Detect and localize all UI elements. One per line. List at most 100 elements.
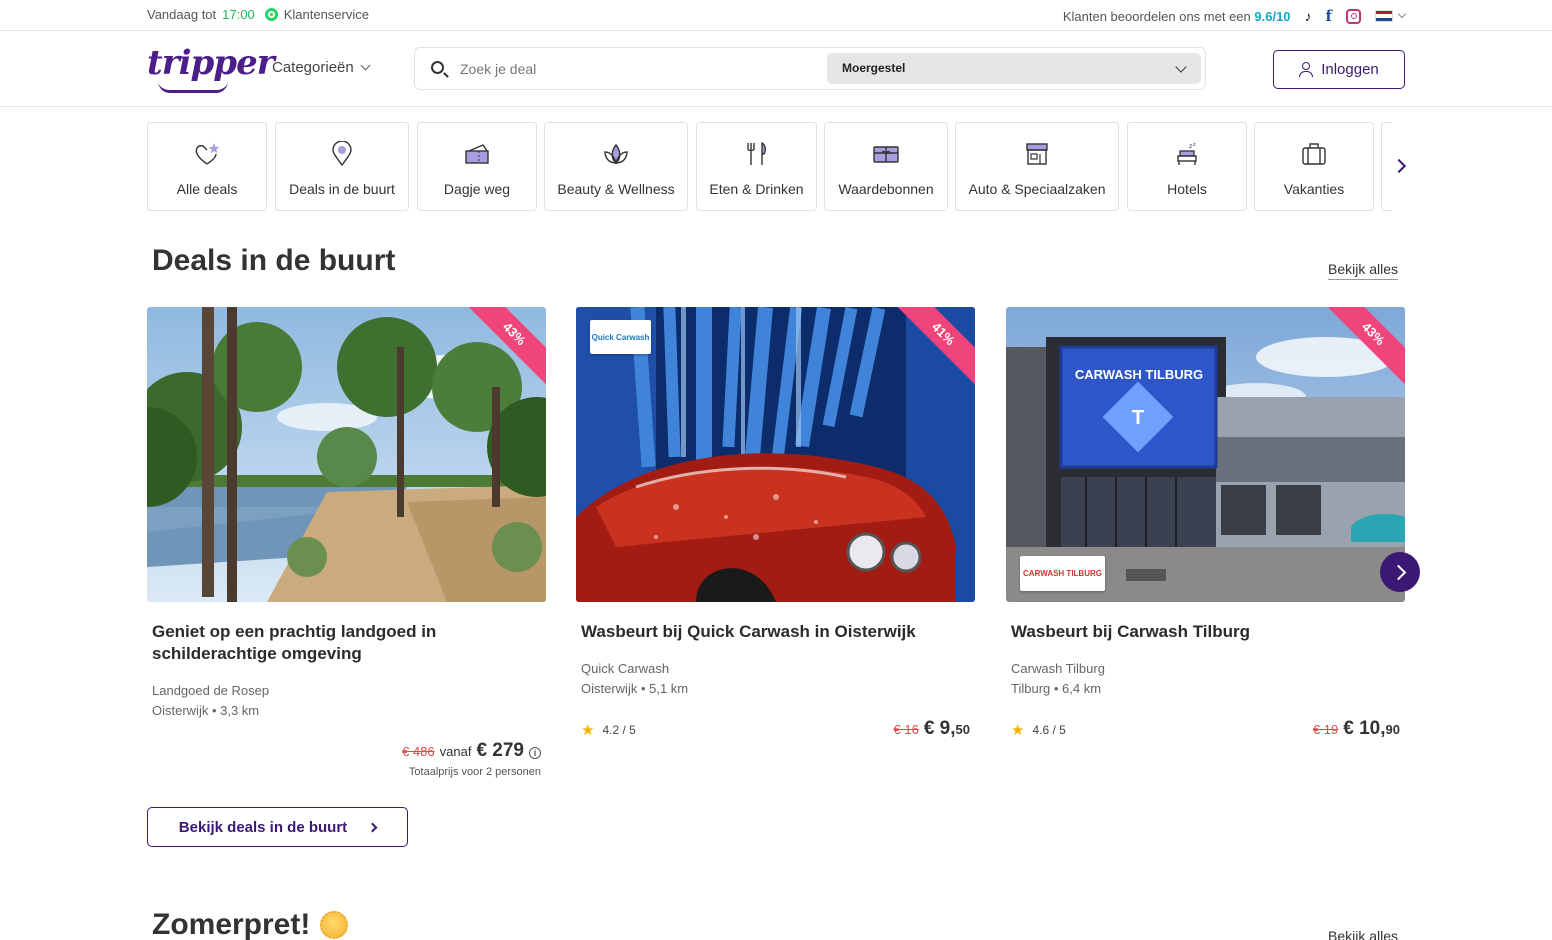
deal-card-landgoed[interactable]: 43% Geniet op een prachtig landgoed in s… [147, 307, 546, 778]
old-price: € 19 [1312, 722, 1339, 737]
lotus-icon [604, 143, 628, 164]
old-price: € 486 [402, 744, 435, 759]
bed-icon: z z [1177, 142, 1197, 165]
old-price: € 16 [893, 722, 919, 737]
chevron-right-icon [367, 822, 378, 832]
from-label: vanaf [439, 744, 472, 759]
rating-value: 4.6 / 5 [1032, 723, 1066, 737]
price-cents: 50 [955, 722, 970, 737]
category-tile-partial[interactable] [1381, 122, 1392, 211]
deal-title[interactable]: Wasbeurt bij Carwash Tilburg [1011, 621, 1401, 643]
price-cents: 90 [1385, 722, 1400, 737]
tripper-logo[interactable]: tripper [147, 43, 275, 83]
category-label: Alle deals [176, 181, 238, 197]
language-chevron-icon[interactable] [1397, 9, 1407, 19]
chevron-down-icon [1175, 61, 1187, 73]
deal-price: € 486 vanaf € 279 i [402, 740, 541, 762]
rating-text: Klanten beoordelen ons met een [1062, 8, 1251, 24]
deal-rating: ★ 4.6 / 5 [1011, 721, 1066, 739]
rating-score: 9.6/10 [1254, 8, 1291, 24]
category-tile-alle-deals[interactable]: Alle deals [147, 122, 267, 211]
user-icon [1299, 62, 1314, 77]
category-tile-beauty-wellness[interactable]: Beauty & Wellness [544, 122, 688, 211]
deal-merchant: Landgoed de Rosep [152, 683, 270, 698]
heart-star-icon [195, 143, 220, 165]
rating-summary: Klanten beoordelen ons met een 9.6/10 [1063, 9, 1291, 24]
location-select[interactable]: Moergestel [827, 53, 1201, 84]
see-all-link[interactable]: Bekijk alles [1328, 261, 1399, 280]
deal-card-quick-carwash[interactable]: Quick Carwash 41% Wasbeurt bij Quick Car… [576, 307, 975, 739]
view-nearby-deals-label: Bekijk deals in de buurt [178, 818, 348, 836]
search-icon [431, 61, 444, 74]
categories-next-arrow-icon[interactable] [1394, 160, 1406, 172]
shop-icon [1026, 143, 1048, 165]
see-all-link[interactable]: Bekijk alles [1328, 928, 1398, 940]
location-value: Moergestel [842, 61, 906, 75]
social-bar: Klanten beoordelen ons met een 9.6/10 ♪ … [1063, 7, 1407, 25]
category-tile-deals-in-de-buurt[interactable]: Deals in de buurt [275, 122, 409, 211]
deal-title[interactable]: Wasbeurt bij Quick Carwash in Oisterwijk [581, 621, 971, 643]
logo-swoosh [158, 81, 228, 93]
main-header: tripper Categorieën Moergestel Inloggen [0, 31, 1552, 107]
categories-dropdown[interactable]: Categorieën [272, 59, 371, 76]
svg-text:T: T [1132, 407, 1144, 429]
language-flag-icon[interactable] [1375, 10, 1393, 22]
ticket-icon [465, 144, 489, 164]
category-tile-hotels[interactable]: z z Hotels [1127, 122, 1247, 211]
customer-service-link[interactable]: Klantenservice [284, 7, 369, 22]
svg-text:z: z [1193, 142, 1196, 148]
deal-price: € 19 € 10,90 [1313, 718, 1400, 740]
chevron-down-icon [360, 60, 371, 71]
carousel-next-button[interactable] [1380, 552, 1420, 592]
suitcase-icon [1302, 143, 1326, 165]
search-bar: Moergestel [414, 47, 1206, 90]
tiktok-icon[interactable]: ♪ [1305, 8, 1312, 24]
deal-merchant: Quick Carwash [581, 661, 670, 676]
star-icon: ★ [1011, 722, 1025, 739]
deal-location: Tilburg • 6,4 km [1011, 681, 1102, 696]
section-title: Deals in de buurt [152, 244, 396, 277]
opening-hours: Vandaag tot 17:00 Klantenservice [147, 7, 369, 22]
category-label: Beauty & Wellness [557, 181, 675, 197]
category-label: Waardebonnen [838, 181, 934, 197]
category-tile-dagje-weg[interactable]: Dagje weg [417, 122, 537, 211]
total-price-note: Totaalprijs voor 2 personen [408, 766, 541, 778]
view-nearby-deals-button[interactable]: Bekijk deals in de buurt [147, 807, 408, 847]
current-price: € 9,50 [924, 718, 970, 740]
carwash-tilburg-logo: CARWASH TILBURG [1020, 556, 1105, 591]
deal-image-forest-lake[interactable]: 43% [147, 307, 546, 602]
category-tile-waardebonnen[interactable]: Waardebonnen [824, 122, 948, 211]
category-label: Vakanties [1283, 181, 1345, 197]
fork-knife-icon [746, 141, 766, 165]
deal-image-carwash-building[interactable]: CARWASH TILBURG T CARWASH TILBURG 43% [1006, 307, 1405, 602]
facebook-icon[interactable]: f [1326, 7, 1332, 25]
section-title-zomerpret: Zomerpret! [152, 908, 349, 940]
category-label: Auto & Speciaalzaken [968, 181, 1106, 197]
deal-price: € 16 € 9,50 [894, 718, 970, 740]
svg-text:CARWASH TILBURG: CARWASH TILBURG [1075, 367, 1203, 382]
login-label: Inloggen [1321, 61, 1379, 78]
price-main: € 9, [923, 718, 956, 739]
category-tile-auto-speciaalzaken[interactable]: Auto & Speciaalzaken [955, 122, 1119, 211]
category-tile-vakanties[interactable]: Vakanties [1254, 122, 1374, 211]
gift-card-icon [873, 146, 899, 163]
rating-value: 4.2 / 5 [602, 723, 636, 737]
whatsapp-icon[interactable] [264, 8, 278, 21]
search-input[interactable] [460, 58, 820, 80]
forest-lake-photo [147, 307, 546, 602]
category-label: Deals in de buurt [289, 181, 395, 197]
instagram-icon[interactable] [1346, 8, 1361, 24]
deal-card-carwash-tilburg[interactable]: CARWASH TILBURG T CARWASH TILBURG 43% Wa… [1006, 307, 1405, 739]
deal-location: Oisterwijk • 5,1 km [581, 681, 689, 696]
current-price: € 279 [476, 740, 524, 761]
deal-title[interactable]: Geniet op een prachtig landgoed in schil… [152, 621, 542, 665]
deal-image-carwash[interactable]: Quick Carwash 41% [576, 307, 975, 602]
info-icon[interactable]: i [529, 747, 541, 759]
deal-location: Oisterwijk • 3,3 km [152, 703, 260, 718]
category-label: Hotels [1167, 181, 1207, 197]
hours-time: 17:00 [222, 7, 255, 22]
category-label: Dagje weg [443, 181, 511, 197]
login-button[interactable]: Inloggen [1273, 50, 1405, 89]
category-tile-eten-drinken[interactable]: Eten & Drinken [696, 122, 817, 211]
svg-text:z: z [1189, 143, 1192, 150]
